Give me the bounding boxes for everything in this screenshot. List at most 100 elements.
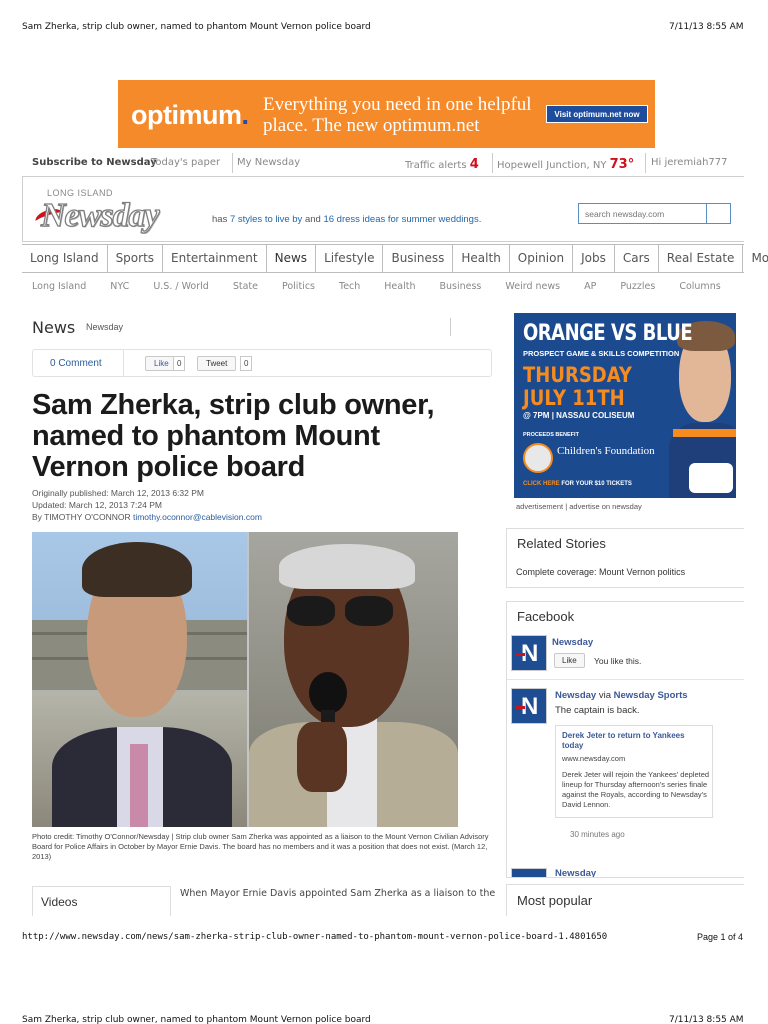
subnav-weird-news[interactable]: Weird news xyxy=(505,281,560,292)
next-page-header-timestamp: 7/11/13 8:55 AM xyxy=(669,1015,744,1024)
newsday-page-icon[interactable]: N xyxy=(511,635,547,671)
fb-card-title[interactable]: Derek Jeter to return to Yankees today xyxy=(562,731,707,751)
util-divider xyxy=(645,153,646,173)
promo-time: @ 7PM | NASSAU COLISEUM xyxy=(523,411,635,420)
like-count: 0 xyxy=(173,356,186,371)
photo-sam-zherka xyxy=(32,532,247,827)
nav-news[interactable]: News xyxy=(267,245,317,272)
newsday-logo[interactable]: Newsday xyxy=(40,196,160,235)
nav-opinion[interactable]: Opinion xyxy=(510,245,574,272)
article-body-lead: When Mayor Ernie Davis appointed Sam Zhe… xyxy=(180,888,496,899)
section-divider xyxy=(450,318,451,336)
most-popular-box: Most popular xyxy=(506,884,744,916)
byline: By TIMOTHY O'CONNOR timothy.oconnor@cabl… xyxy=(32,512,262,522)
promo-subtitle: PROSPECT GAME & SKILLS COMPETITION xyxy=(523,349,680,358)
share-divider xyxy=(123,350,124,376)
fb-post-time[interactable]: 30 minutes ago xyxy=(570,830,625,839)
print-header-title: Sam Zherka, strip club owner, named to p… xyxy=(22,22,371,32)
user-greeting[interactable]: Hi jeremiah777 xyxy=(651,157,728,168)
subnav-tech[interactable]: Tech xyxy=(339,281,360,292)
my-newsday-link[interactable]: My Newsday xyxy=(237,157,300,168)
nav-real-estate[interactable]: Real Estate xyxy=(659,245,744,272)
nav-business[interactable]: Business xyxy=(383,245,454,272)
fb-next-post-name[interactable]: Newsday xyxy=(555,868,596,877)
subscribe-link[interactable]: Subscribe to Newsday xyxy=(32,157,157,168)
traffic-alert-count: 4 xyxy=(469,157,479,172)
fb-post-source[interactable]: Newsday Sports xyxy=(614,690,688,701)
nav-lifestyle[interactable]: Lifestyle xyxy=(316,245,384,272)
most-popular-heading: Most popular xyxy=(517,893,593,908)
tweet-button[interactable]: Tweet xyxy=(197,356,237,371)
fb-page-like-button[interactable]: Like xyxy=(554,653,585,668)
promo-link-dresses[interactable]: 16 dress ideas for summer weddings xyxy=(323,214,478,225)
promo-link-styles[interactable]: 7 styles to live by xyxy=(230,214,302,225)
section-title[interactable]: News xyxy=(32,318,75,337)
fb-post-text: The captain is back. xyxy=(555,705,640,716)
nav-jobs[interactable]: Jobs xyxy=(573,245,615,272)
subnav-columns[interactable]: Columns xyxy=(679,281,720,292)
subnav-us-world[interactable]: U.S. / World xyxy=(153,281,209,292)
promo-charity: Children's Foundation xyxy=(557,445,655,457)
photo-ernie-davis xyxy=(249,532,458,827)
fb-card-url: www.newsday.com xyxy=(562,754,626,763)
facebook-box: Facebook N Newsday Like You like this. N… xyxy=(506,601,744,878)
ad-cta-button[interactable]: Visit optimum.net now xyxy=(546,105,648,123)
subnav-long-island[interactable]: Long Island xyxy=(32,281,86,292)
islanders-promo-ad[interactable]: ORANGE VS BLUE PROSPECT GAME & SKILLS CO… xyxy=(514,313,736,498)
sub-nav: Long Island NYC U.S. / World State Polit… xyxy=(32,281,745,292)
traffic-alerts-link[interactable]: Traffic alerts 4 xyxy=(405,157,479,172)
nav-long-island[interactable]: Long Island xyxy=(22,245,108,272)
subnav-business[interactable]: Business xyxy=(439,281,481,292)
related-stories-box: Related Stories Complete coverage: Mount… xyxy=(506,528,744,588)
search-box xyxy=(578,203,731,224)
updated-date: Updated: March 12, 2013 7:24 PM xyxy=(32,500,162,510)
subnav-nyc[interactable]: NYC xyxy=(110,281,129,292)
fb-post-author[interactable]: Newsday xyxy=(555,690,596,701)
related-story-link[interactable]: Complete coverage: Mount Vernon politics xyxy=(516,567,685,577)
author-email-link[interactable]: timothy.oconnor@cablevision.com xyxy=(133,512,262,522)
article-photo[interactable] xyxy=(32,532,458,827)
optimum-logo: optimum. xyxy=(131,100,249,130)
photo-caption: Photo credit: Timothy O'Connor/Newsday |… xyxy=(32,832,489,861)
util-divider xyxy=(492,153,493,173)
videos-box[interactable]: Videos xyxy=(32,886,171,916)
comment-count-link[interactable]: 0 Comment xyxy=(50,358,102,369)
nav-health[interactable]: Health xyxy=(453,245,510,272)
fb-card-description: Derek Jeter will rejoin the Yankees' dep… xyxy=(562,770,710,809)
todays-paper-link[interactable]: Today's paper xyxy=(151,157,220,168)
temperature: 73° xyxy=(609,157,635,172)
promo-date: THURSDAY JULY 11TH xyxy=(523,362,632,411)
share-bar: 0 Comment Like 0 Tweet 0 xyxy=(32,349,492,377)
article-headline: Sam Zherka, strip club owner, named to p… xyxy=(32,389,435,483)
tweet-count: 0 xyxy=(240,356,253,371)
fb-you-like: You like this. xyxy=(594,656,642,666)
newsday-post-icon[interactable]: N xyxy=(511,868,547,877)
util-divider xyxy=(232,153,233,173)
related-stories-heading: Related Stories xyxy=(517,536,606,551)
next-page-header-title: Sam Zherka, strip club owner, named to p… xyxy=(22,1015,371,1024)
promo-benefit: PROCEEDS BENEFIT xyxy=(523,432,579,438)
advertisement-note[interactable]: advertisement | advertise on newsday xyxy=(516,502,642,511)
subnav-health[interactable]: Health xyxy=(384,281,415,292)
nav-sports[interactable]: Sports xyxy=(108,245,164,272)
videos-heading: Videos xyxy=(41,895,78,909)
optimum-ad-banner[interactable]: optimum. Everything you need in one help… xyxy=(118,80,655,148)
search-button[interactable] xyxy=(706,204,730,223)
fb-link-card[interactable]: Derek Jeter to return to Yankees today w… xyxy=(555,725,713,818)
subnav-politics[interactable]: Politics xyxy=(282,281,315,292)
subnav-puzzles[interactable]: Puzzles xyxy=(620,281,655,292)
search-input[interactable] xyxy=(579,204,707,223)
weather-widget[interactable]: Hopewell Junction, NY 73° xyxy=(497,157,634,172)
print-footer-url: http://www.newsday.com/news/sam-zherka-s… xyxy=(22,932,608,942)
nav-entertainment[interactable]: Entertainment xyxy=(163,245,267,272)
fb-page-name[interactable]: Newsday xyxy=(552,637,593,648)
subnav-state[interactable]: State xyxy=(233,281,258,292)
section-source: Newsday xyxy=(86,322,124,332)
subnav-ap[interactable]: AP xyxy=(584,281,596,292)
masthead: LONG ISLAND Newsday has 7 styles to live… xyxy=(22,176,744,242)
promo-tickets[interactable]: CLICK HERE FOR YOUR $10 TICKETS xyxy=(523,481,632,487)
nav-cars[interactable]: Cars xyxy=(615,245,659,272)
print-header-timestamp: 7/11/13 8:55 AM xyxy=(669,22,744,32)
newsday-post-icon[interactable]: N xyxy=(511,688,547,724)
nav-more[interactable]: More xyxy=(743,245,768,272)
